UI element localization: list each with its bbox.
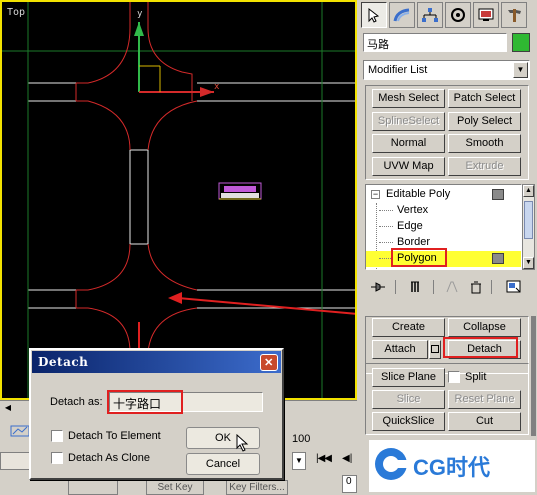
- app-root: y x Top 马路 Modifier List ▼ Mesh Select P…: [0, 0, 537, 495]
- detach-as-label: Detach as:: [50, 396, 103, 408]
- modifier-list-value: Modifier List: [368, 64, 428, 76]
- object-color-swatch[interactable]: [512, 33, 530, 52]
- reset-plane-button[interactable]: Reset Plane: [448, 390, 521, 409]
- slice-plane-button[interactable]: Slice Plane: [372, 368, 445, 387]
- create-button[interactable]: Create: [372, 318, 445, 337]
- slice-button[interactable]: Slice: [372, 390, 445, 409]
- cancel-button[interactable]: Cancel: [186, 453, 260, 475]
- frame-marker-label: 100: [292, 433, 311, 445]
- panel-tab-bar: [359, 1, 535, 29]
- scroll-up-icon[interactable]: ▲: [523, 185, 534, 197]
- stack-edge-label: Edge: [397, 220, 423, 232]
- watermark-logo-icon: [375, 448, 407, 480]
- configure-modifier-sets-icon[interactable]: [503, 276, 525, 298]
- modifier-toggle-icon[interactable]: [492, 189, 504, 200]
- normal-button[interactable]: Normal: [372, 134, 445, 153]
- scroll-thumb[interactable]: [524, 201, 533, 239]
- poly-select-button[interactable]: Poly Select: [448, 112, 521, 131]
- polygon-toggle-icon[interactable]: [492, 253, 504, 264]
- collapse-button[interactable]: Collapse: [448, 318, 521, 337]
- detach-as-clone-option[interactable]: Detach As Clone: [51, 452, 150, 464]
- curve-editor-icon[interactable]: [10, 424, 30, 438]
- show-end-result-icon[interactable]: [405, 276, 427, 298]
- axis-gizmo-icon[interactable]: y x: [134, 9, 220, 97]
- stack-tools-row: [363, 276, 531, 298]
- stack-vertex-label: Vertex: [397, 204, 429, 216]
- status-field: [0, 452, 30, 470]
- display-tab-icon[interactable]: [473, 2, 499, 28]
- remove-modifier-icon[interactable]: [465, 276, 487, 298]
- stack-scrollbar[interactable]: ▲ ▼: [522, 184, 535, 270]
- attach-button[interactable]: Attach: [372, 340, 428, 359]
- current-frame-field[interactable]: 0: [342, 475, 357, 493]
- pin-stack-icon[interactable]: [367, 276, 389, 298]
- time-prev-icon[interactable]: ◀: [2, 403, 14, 414]
- mesh-select-button[interactable]: Mesh Select: [372, 89, 445, 108]
- detach-to-element-label: Detach To Element: [68, 430, 161, 442]
- detach-to-element-checkbox[interactable]: [51, 430, 63, 442]
- utilities-tab-icon[interactable]: [501, 2, 527, 28]
- stack-root-label: Editable Poly: [386, 188, 451, 200]
- collapse-icon[interactable]: −: [371, 190, 380, 199]
- command-panel: 马路 Modifier List ▼ Mesh Select Patch Sel…: [357, 0, 537, 495]
- watermark-area: CG时代: [369, 440, 535, 492]
- modifier-list-dropdown[interactable]: Modifier List ▼: [363, 60, 530, 80]
- create-tab-icon[interactable]: [361, 2, 387, 28]
- chevron-down-icon[interactable]: ▼: [513, 62, 528, 78]
- detach-as-clone-checkbox[interactable]: [51, 452, 63, 464]
- attach-settings-icon[interactable]: [429, 340, 441, 359]
- axis-x-label: x: [214, 82, 220, 92]
- prev-frame-icon[interactable]: ◀|: [342, 453, 352, 464]
- detach-to-element-option[interactable]: Detach To Element: [51, 430, 161, 442]
- detach-highlight-box: [443, 337, 518, 358]
- viewport-label[interactable]: Top: [7, 7, 25, 18]
- split-checkbox[interactable]: [448, 371, 460, 383]
- hierarchy-tab-icon[interactable]: [417, 2, 443, 28]
- uvw-map-button[interactable]: UVW Map: [372, 157, 445, 176]
- quickslice-button[interactable]: QuickSlice: [372, 412, 445, 431]
- detach-dialog: Detach ✕ Detach as: 十字路口 Detach To Eleme…: [29, 348, 284, 480]
- patch-select-button[interactable]: Patch Select: [448, 89, 521, 108]
- panel-scrollbar[interactable]: [531, 316, 536, 436]
- stack-item-vertex[interactable]: Vertex: [366, 203, 521, 269]
- scroll-down-icon[interactable]: ▼: [523, 257, 534, 269]
- mouse-cursor-icon: [236, 434, 249, 452]
- stack-item-editable-poly[interactable]: − Editable Poly: [366, 187, 521, 203]
- stack-item-edge[interactable]: Edge: [366, 219, 521, 235]
- cut-button[interactable]: Cut: [448, 412, 521, 431]
- close-icon[interactable]: ✕: [260, 354, 278, 371]
- set-key-button-partial[interactable]: [68, 480, 118, 495]
- set-key-button[interactable]: Set Key: [146, 480, 204, 495]
- detach-name-highlight-box: [107, 390, 183, 414]
- dialog-title: Detach: [38, 355, 89, 369]
- watermark-text: CG时代: [413, 455, 491, 480]
- make-unique-icon[interactable]: [441, 276, 463, 298]
- car-object[interactable]: [218, 182, 262, 200]
- smooth-button[interactable]: Smooth: [448, 134, 521, 153]
- key-filters-button[interactable]: Key Filters...: [226, 480, 288, 495]
- dialog-title-bar[interactable]: Detach ✕: [32, 351, 281, 373]
- polygon-highlight-box: [391, 248, 447, 267]
- extrude-button[interactable]: Extrude: [448, 157, 521, 176]
- detach-as-clone-label: Detach As Clone: [68, 452, 150, 464]
- top-viewport[interactable]: y x Top: [0, 0, 357, 400]
- spline-select-button[interactable]: SplineSelect: [372, 112, 445, 131]
- axis-y-label: y: [137, 9, 143, 19]
- modify-tab-icon[interactable]: [389, 2, 415, 28]
- key-mode-dropdown[interactable]: ▼: [292, 452, 306, 470]
- object-name-field[interactable]: 马路: [363, 33, 507, 52]
- viewport-scene: y x: [2, 2, 355, 398]
- go-to-start-icon[interactable]: |◀◀: [316, 453, 332, 464]
- motion-tab-icon[interactable]: [445, 2, 471, 28]
- split-label: Split: [465, 371, 487, 383]
